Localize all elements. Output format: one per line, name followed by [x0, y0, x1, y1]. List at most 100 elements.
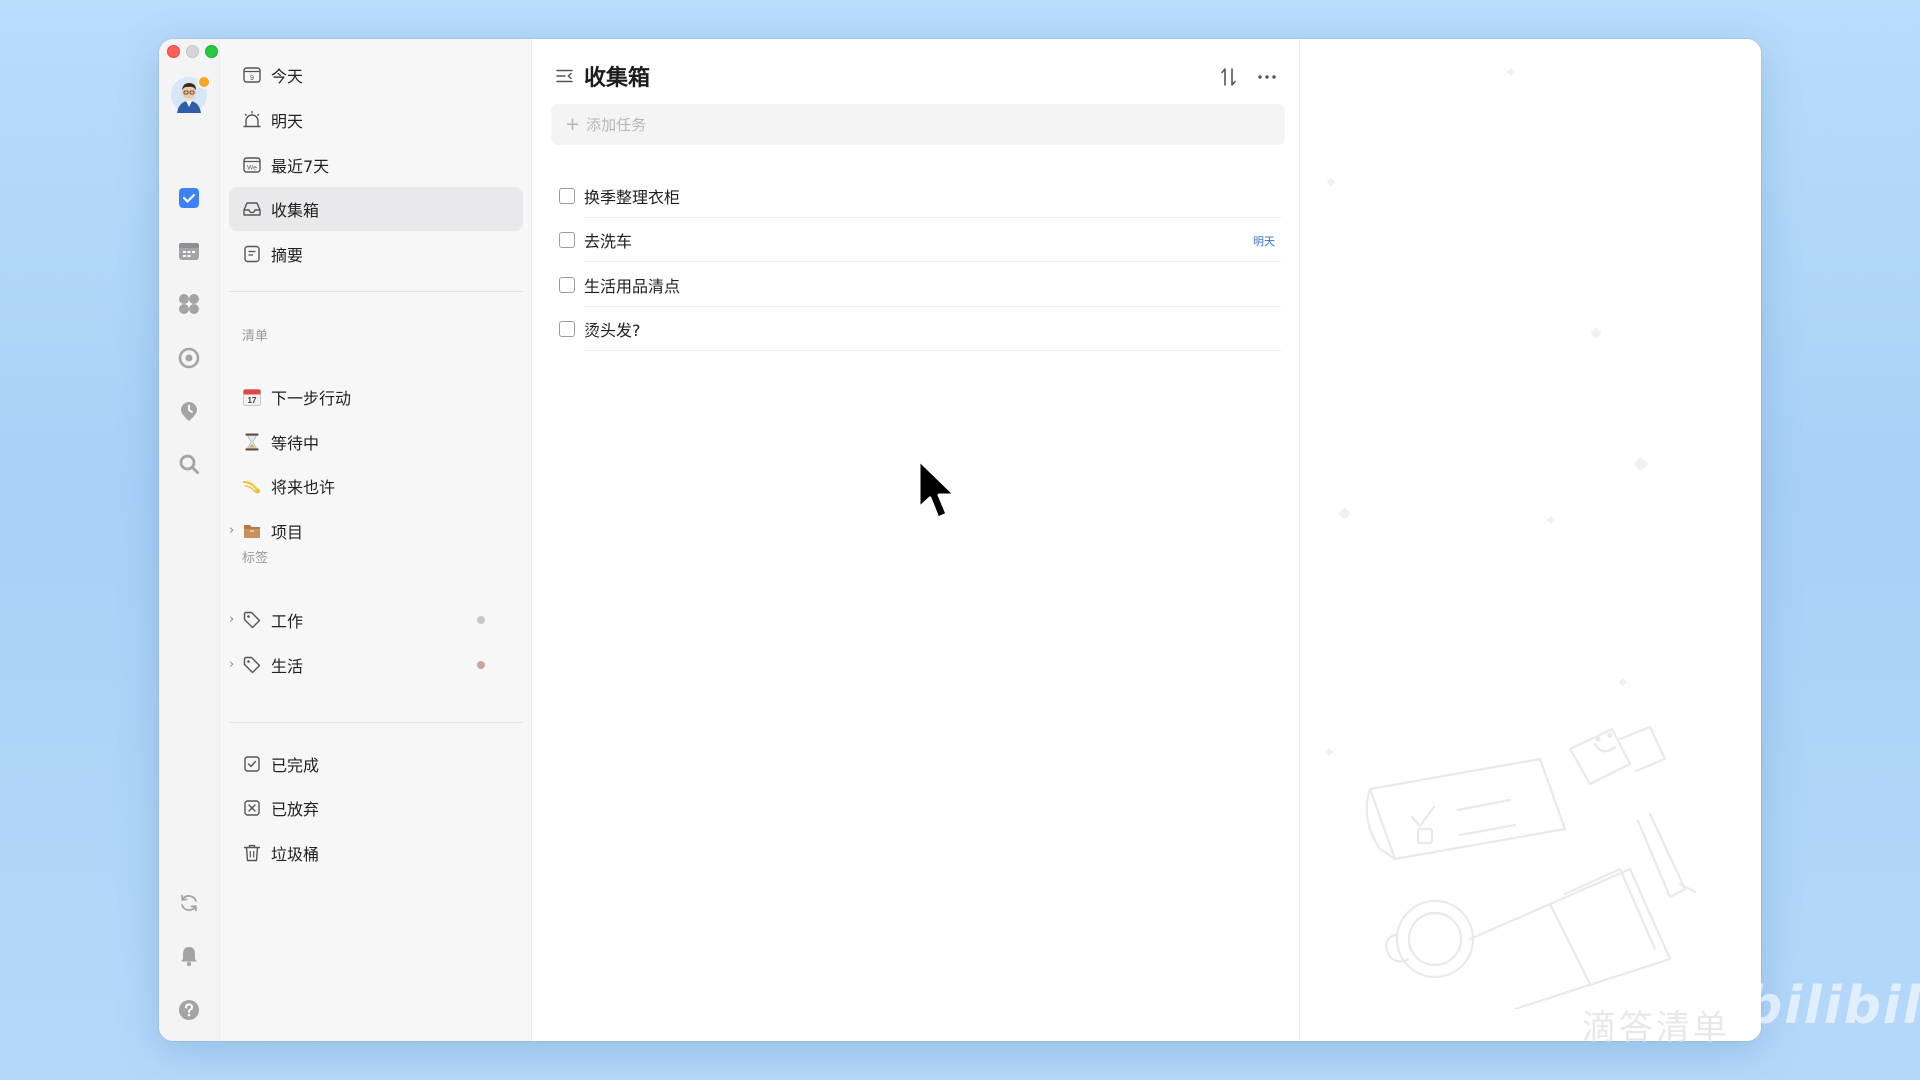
decor-star — [1324, 747, 1334, 757]
sunrise-icon — [241, 109, 263, 131]
task-checkbox[interactable] — [559, 321, 575, 337]
left-rail — [159, 39, 220, 1041]
nav-tomorrow-label: 明天 — [271, 112, 304, 131]
nav-completed[interactable]: 已完成 — [229, 742, 523, 786]
task-row[interactable]: 换季整理衣柜 — [559, 174, 1281, 218]
rail-search-button[interactable] — [172, 447, 206, 481]
nav-today[interactable]: 9 今天 — [229, 53, 523, 97]
tag-color-dot — [477, 616, 485, 624]
calendar-day-icon: 9 — [241, 64, 263, 86]
minimize-window-button[interactable] — [186, 45, 199, 58]
nav-folder-projects-label: 项目 — [271, 523, 304, 542]
toggle-sidebar-button[interactable] — [554, 65, 576, 87]
vip-badge-icon — [197, 75, 211, 89]
rail-focus-button[interactable] — [172, 341, 206, 375]
add-task-input[interactable] — [586, 115, 1267, 134]
decor-star — [1506, 67, 1516, 77]
user-avatar[interactable] — [171, 75, 211, 113]
nav-abandoned-label: 已放弃 — [271, 800, 320, 819]
rail-tasks-button[interactable] — [172, 181, 206, 215]
more-horizontal-icon — [1258, 75, 1276, 79]
bell-icon — [181, 947, 197, 967]
nav-inbox-label: 收集箱 — [271, 201, 320, 220]
task-row[interactable]: 烫头发? — [559, 307, 1281, 351]
nav-folder-projects[interactable]: › 项目 — [229, 509, 523, 553]
nav-summary[interactable]: 摘要 — [229, 232, 523, 276]
task-checkbox[interactable] — [559, 232, 575, 248]
sidebar-divider — [229, 291, 523, 292]
nav-list-someday[interactable]: 将来也许 — [229, 464, 523, 508]
more-options-button[interactable] — [1253, 63, 1281, 91]
nav-tag-life[interactable]: › 生活 — [229, 643, 523, 687]
tags-section-title: 标签 — [242, 551, 269, 566]
task-list-panel: 收集箱 + 换季整理衣柜 去洗车 明天 — [532, 39, 1300, 1041]
rail-habit-button[interactable] — [172, 394, 206, 428]
rail-sync-button[interactable] — [172, 886, 206, 920]
inbox-icon — [241, 198, 263, 220]
decor-star — [1633, 456, 1649, 472]
habit-clock-icon — [181, 402, 197, 421]
nav-tag-work[interactable]: › 工作 — [229, 598, 523, 642]
hourglass-emoji-icon — [241, 431, 263, 453]
rail-matrix-button[interactable] — [172, 287, 206, 321]
svg-text:We: We — [247, 165, 257, 172]
close-window-button[interactable] — [167, 45, 180, 58]
collapse-sidebar-icon — [556, 69, 573, 83]
completed-icon — [241, 753, 263, 775]
add-task-field[interactable]: + — [551, 104, 1285, 145]
nav-list-next-actions[interactable]: 17 下一步行动 — [229, 375, 523, 419]
decor-star — [1546, 515, 1556, 525]
empty-state-illustration — [1365, 725, 1697, 1009]
task-detail-panel — [1300, 39, 1761, 1041]
svg-text:9: 9 — [250, 75, 254, 82]
nav-list-waiting[interactable]: 等待中 — [229, 420, 523, 464]
task-row[interactable]: 生活用品清点 — [559, 263, 1281, 307]
nav-trash[interactable]: 垃圾桶 — [229, 831, 523, 875]
four-quadrant-icon — [179, 294, 199, 314]
chevron-right-icon[interactable]: › — [229, 612, 239, 627]
sort-icon — [1221, 68, 1236, 86]
tag-color-dot — [477, 661, 485, 669]
task-title: 生活用品清点 — [584, 277, 681, 296]
lists-section-title: 清单 — [242, 329, 269, 344]
comet-emoji-icon — [241, 475, 263, 497]
checkbox-checked-icon — [179, 188, 199, 208]
decor-star — [1326, 177, 1336, 187]
task-due-date: 明天 — [1253, 235, 1275, 248]
plus-icon: + — [565, 113, 581, 135]
sort-button[interactable] — [1215, 63, 1243, 91]
nav-list-waiting-label: 等待中 — [271, 434, 320, 453]
watermark-site-logo: bilibili — [1745, 976, 1920, 1036]
rail-help-button[interactable] — [172, 993, 206, 1027]
nav-next-7-days-label: 最近7天 — [271, 157, 330, 176]
nav-completed-label: 已完成 — [271, 756, 320, 775]
tag-icon — [241, 609, 263, 631]
summary-icon — [241, 243, 263, 265]
rail-notifications-button[interactable] — [172, 939, 206, 973]
task-checkbox[interactable] — [559, 277, 575, 293]
nav-today-label: 今天 — [271, 67, 304, 86]
nav-inbox[interactable]: 收集箱 — [229, 187, 523, 231]
search-icon — [179, 454, 199, 474]
abandoned-icon — [241, 797, 263, 819]
nav-abandoned[interactable]: 已放弃 — [229, 786, 523, 830]
rail-calendar-button[interactable] — [172, 234, 206, 268]
nav-list-next-actions-label: 下一步行动 — [271, 389, 352, 408]
chevron-right-icon[interactable]: › — [229, 657, 239, 672]
maximize-window-button[interactable] — [205, 45, 218, 58]
sidebar: 9 今天 明天 We 最近7天 收集箱 摘要 清单 17 下一步行动 等待中 将… — [220, 39, 532, 1041]
nav-tag-life-label: 生活 — [271, 657, 304, 676]
task-title: 去洗车 — [584, 232, 633, 251]
task-row[interactable]: 去洗车 明天 — [559, 218, 1281, 262]
task-checkbox[interactable] — [559, 188, 575, 204]
svg-text:17: 17 — [248, 396, 257, 405]
chevron-right-icon[interactable]: › — [229, 523, 239, 538]
pomodoro-focus-icon — [178, 347, 200, 369]
decor-star — [1338, 507, 1351, 520]
nav-tomorrow[interactable]: 明天 — [229, 98, 523, 142]
list-header: 收集箱 — [554, 61, 650, 91]
task-separator — [584, 261, 1281, 262]
tag-icon — [241, 654, 263, 676]
nav-next-7-days[interactable]: We 最近7天 — [229, 143, 523, 187]
sidebar-divider — [229, 722, 523, 723]
